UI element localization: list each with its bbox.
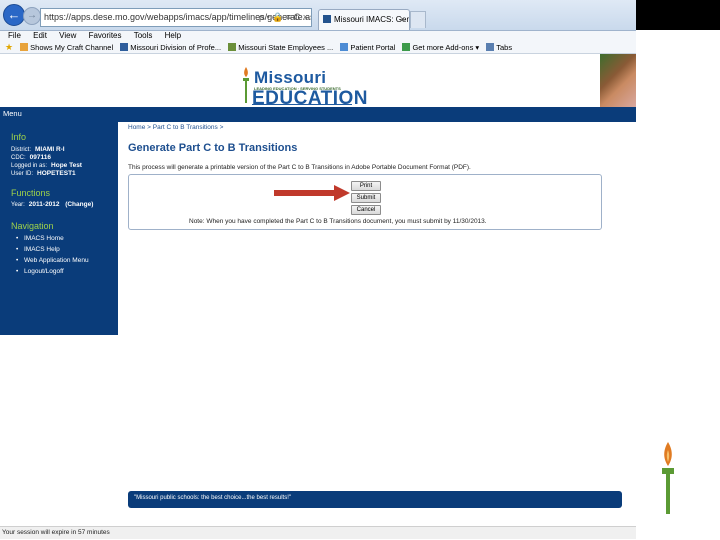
district-row: District: MIAMI R-I — [11, 146, 65, 153]
banner-photo — [600, 54, 636, 107]
menu-favorites[interactable]: Favorites — [89, 31, 122, 40]
back-icon[interactable]: ← — [3, 4, 25, 26]
torch-logo-icon — [243, 67, 249, 103]
address-controls[interactable]: ρ • 🔒 ≡ C × — [259, 9, 308, 26]
browser-menubar: File Edit View Favorites Tools Help — [0, 31, 636, 41]
nav-stripe — [0, 107, 636, 122]
torch-decoration-icon — [662, 442, 674, 514]
user-id-row: User ID: HOPETEST1 — [11, 170, 76, 177]
session-status-text: Your session will expire in 57 minutes — [2, 529, 110, 536]
menu-file[interactable]: File — [8, 31, 21, 40]
page-icon — [340, 43, 349, 51]
favorite-item[interactable]: Patient Portal — [340, 42, 395, 53]
favorites-star-icon[interactable]: ★ — [5, 41, 13, 53]
browser-titlebar: ← → https://apps.dese.mo.gov/webapps/ima… — [0, 0, 636, 31]
page-title: Generate Part C to B Transitions — [128, 142, 298, 154]
nav-link-imacs-help[interactable]: IMACS Help — [16, 246, 60, 253]
tab-favicon-icon — [323, 15, 331, 23]
nav-link-web-app-menu[interactable]: Web Application Menu — [16, 257, 89, 264]
submit-button[interactable]: Submit — [351, 193, 381, 203]
menu-tools[interactable]: Tools — [134, 31, 153, 40]
tab-title: Missouri IMACS: Generate ... — [334, 15, 409, 24]
page-icon — [120, 43, 129, 51]
page-icon — [486, 43, 495, 51]
print-button[interactable]: Print — [351, 181, 381, 191]
favorite-item[interactable]: Missouri Division of Profe... — [120, 42, 221, 53]
browser-tab[interactable]: Missouri IMACS: Generate ... × — [318, 9, 410, 30]
tab-close-icon[interactable]: × — [400, 10, 405, 30]
favorite-item[interactable]: Tabs — [486, 42, 512, 53]
dark-corner — [636, 0, 720, 30]
year-row: Year: 2011-2012 (Change) — [11, 201, 94, 208]
year-change-link[interactable]: (Change) — [65, 201, 93, 208]
page-icon — [228, 43, 237, 51]
browser-window: ← → https://apps.dese.mo.gov/webapps/ima… — [0, 0, 636, 540]
menu-view[interactable]: View — [59, 31, 76, 40]
info-heading: Info — [11, 132, 27, 142]
cdc-row: CDC: 097116 — [11, 154, 52, 161]
favorite-item[interactable]: Get more Add-ons ▾ — [402, 42, 479, 53]
favorites-bar: ★ Shows My Craft Channel Missouri Divisi… — [0, 41, 636, 54]
footer-bar: "Missouri public schools: the best choic… — [128, 491, 622, 508]
logo-underline — [252, 104, 352, 105]
generate-form-panel: Print Submit Cancel Note: When you have … — [128, 174, 602, 230]
cancel-button[interactable]: Cancel — [351, 205, 381, 215]
menu-help[interactable]: Help — [165, 31, 181, 40]
page-icon — [20, 43, 29, 51]
logged-in-row: Logged in as: Hope Test — [11, 162, 82, 169]
footer-slogan: "Missouri public schools: the best choic… — [134, 495, 291, 501]
page-icon — [402, 43, 411, 51]
submission-note: Note: When you have completed the Part C… — [189, 218, 487, 225]
functions-heading: Functions — [11, 188, 51, 198]
new-tab-button[interactable] — [410, 11, 426, 28]
page-content: Missouri LEADING EDUCATION · SERVING STU… — [0, 54, 636, 540]
forward-icon[interactable]: → — [23, 7, 41, 25]
red-arrow-icon — [274, 185, 350, 201]
nav-link-logout[interactable]: Logout/Logoff — [16, 268, 64, 275]
address-bar[interactable]: https://apps.dese.mo.gov/webapps/imacs/a… — [40, 8, 312, 27]
nav-link-imacs-home[interactable]: IMACS Home — [16, 235, 64, 242]
logo-state-name: Missouri — [254, 68, 327, 87]
navigation-heading: Navigation — [11, 221, 54, 231]
status-bar: Your session will expire in 57 minutes — [0, 526, 636, 539]
menu-link[interactable]: Menu — [3, 109, 22, 118]
site-banner: Missouri LEADING EDUCATION · SERVING STU… — [0, 54, 636, 109]
breadcrumb[interactable]: Home > Part C to B Transitions > — [128, 124, 223, 131]
menu-edit[interactable]: Edit — [33, 31, 47, 40]
page-description: This process will generate a printable v… — [128, 164, 471, 171]
sidebar: Info District: MIAMI R-I CDC: 097116 Logge… — [0, 122, 118, 335]
favorite-item[interactable]: Shows My Craft Channel — [20, 42, 113, 53]
favorite-item[interactable]: Missouri State Employees ... — [228, 42, 333, 53]
